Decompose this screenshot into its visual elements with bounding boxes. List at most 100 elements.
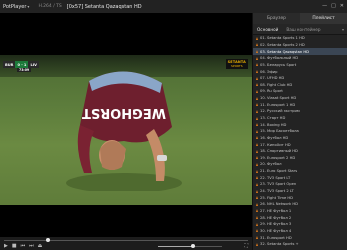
seek-handle[interactable] — [45, 238, 50, 242]
channel-label: 29. НЕ Футбол 3 — [260, 222, 292, 227]
home-team: BUR — [3, 61, 16, 68]
tab-browser[interactable]: Браузер — [253, 13, 300, 24]
chevron-down-icon[interactable]: ▾ — [27, 4, 29, 9]
channel-item[interactable]: 26. NHL Network HD — [253, 201, 347, 208]
stream-info: H.264 / TS — [38, 4, 62, 9]
channel-item[interactable]: 01. Setanta Sports 1 HD — [253, 35, 347, 42]
channel-item[interactable]: 17. КиноХит HD — [253, 141, 347, 148]
prev-icon[interactable]: ⏮ — [21, 243, 26, 249]
vlc-cone-icon — [256, 56, 258, 60]
svg-text:WEGHORST: WEGHORST — [82, 105, 166, 120]
channel-item[interactable]: 13. Старт HD — [253, 115, 347, 122]
stop-icon[interactable]: ■ — [12, 243, 17, 249]
vlc-cone-icon — [256, 136, 258, 140]
seek-bar[interactable] — [4, 240, 248, 241]
channel-label: 01. Setanta Sports 1 HD — [260, 36, 305, 41]
channel-item[interactable]: 05. Беларусь Sport — [253, 62, 347, 69]
channel-item[interactable]: 29. НЕ Футбол 3 — [253, 221, 347, 228]
vlc-cone-icon — [256, 196, 258, 200]
maximize-icon[interactable]: □ — [331, 2, 336, 10]
vlc-cone-icon — [256, 176, 258, 180]
subtab-main[interactable]: Основной — [253, 27, 282, 32]
channel-item[interactable]: 02. Setanta Sports 2 HD — [253, 42, 347, 49]
channel-logo: SETANTA SPORTS — [225, 59, 248, 69]
channel-item[interactable]: 03. Setanta Qazaqstan HD — [253, 48, 347, 55]
channel-item[interactable]: 25. Fight Time HD — [253, 194, 347, 201]
channel-label: 08. Fight Club HD — [260, 82, 293, 87]
video-area[interactable]: WEGHORST BUR 0 - 1 LIV 73:09 SETANTA SPO… — [0, 13, 252, 237]
channel-item[interactable]: 32. Setanta Sports + — [253, 241, 347, 248]
channel-item[interactable]: 15. Мир Баскетбола — [253, 128, 347, 135]
match-clock: 73:09 — [17, 68, 32, 72]
now-playing-title: [0x57] Setanta Qazaqstan HD — [66, 3, 142, 10]
channel-item[interactable]: 24. TV3 Sport 2 LT — [253, 188, 347, 195]
vlc-cone-icon — [256, 156, 258, 160]
chevron-down-icon[interactable]: ▾ — [342, 27, 347, 32]
channel-list: 01. Setanta Sports 1 HD 02. Setanta Sport… — [253, 35, 347, 250]
channel-item[interactable]: 21. Euro Sport Stars — [253, 168, 347, 175]
channel-item[interactable]: 20. Футбол — [253, 161, 347, 168]
channel-item[interactable]: 28. НЕ Футбол 2 — [253, 214, 347, 221]
vlc-cone-icon — [256, 129, 258, 133]
channel-item[interactable]: 04. Футбольный HD — [253, 55, 347, 62]
channel-item[interactable]: 16. Футбол HD — [253, 135, 347, 142]
window-controls: — □ ✕ — [322, 2, 344, 10]
eject-icon[interactable]: ⏏ — [38, 243, 43, 249]
close-icon[interactable]: ✕ — [340, 2, 344, 10]
channel-item[interactable]: 10. Viasat Sport HD — [253, 95, 347, 102]
volume-slider[interactable] — [158, 243, 222, 248]
channel-item[interactable]: 23. TV3 Sport Open — [253, 181, 347, 188]
channel-label: 03. Setanta Qazaqstan HD — [260, 49, 310, 54]
channel-item[interactable]: 18. Спортивный HD — [253, 148, 347, 155]
channel-item[interactable]: 12. Русский экстрим — [253, 108, 347, 115]
channel-item[interactable]: 06. Эфир — [253, 68, 347, 75]
video-frame[interactable]: WEGHORST BUR 0 - 1 LIV 73:09 SETANTA SPO… — [0, 55, 252, 205]
play-icon[interactable]: ▶ — [4, 243, 8, 249]
title-bar: PotPlayer ▾ H.264 / TS [0x57] Setanta Qa… — [0, 0, 347, 13]
vlc-cone-icon — [256, 76, 258, 80]
next-icon[interactable]: ⏭ — [29, 243, 34, 249]
channel-item[interactable]: 31. Eurosport HD — [253, 234, 347, 241]
vlc-cone-icon — [256, 242, 258, 246]
channel-item[interactable]: 22. TV3 Sport LT — [253, 174, 347, 181]
vlc-cone-icon — [256, 169, 258, 173]
channel-label: 22. TV3 Sport LT — [260, 175, 291, 180]
tab-playlist[interactable]: Плейлист — [300, 13, 347, 24]
vlc-cone-icon — [256, 222, 258, 226]
vlc-cone-icon — [256, 70, 258, 74]
vlc-cone-icon — [256, 63, 258, 67]
vlc-cone-icon — [256, 50, 258, 54]
app-name[interactable]: PotPlayer — [0, 4, 26, 10]
minimize-icon[interactable]: — — [322, 2, 327, 10]
channel-label: 11. Eurosport 1 HD — [260, 102, 296, 107]
vlc-cone-icon — [256, 89, 258, 93]
fullscreen-icon[interactable]: ⛶ — [244, 243, 248, 249]
vlc-cone-icon — [256, 36, 258, 40]
channel-label: 15. Мир Баскетбола — [260, 129, 299, 134]
channel-label: 24. TV3 Sport 2 LT — [260, 189, 294, 194]
channel-label: 05. Беларусь Sport — [260, 62, 297, 67]
vlc-cone-icon — [256, 123, 258, 127]
volume-handle[interactable] — [191, 243, 196, 248]
channel-item[interactable]: 30. НЕ Футбол 4 — [253, 228, 347, 235]
channel-label: 06. Эфир — [260, 69, 278, 74]
channel-item[interactable]: 09. Ru Sport — [253, 88, 347, 95]
scorebug: BUR 0 - 1 LIV 73:09 — [3, 61, 39, 72]
panel-tabs: Браузер Плейлист — [253, 13, 347, 24]
vlc-cone-icon — [256, 202, 258, 206]
channel-label: 32. Setanta Sports + — [260, 242, 299, 247]
playlist-panel: Браузер Плейлист Основной Ваш контейнер … — [252, 13, 347, 250]
subtab-container[interactable]: Ваш контейнер — [282, 27, 324, 32]
channel-item[interactable]: 08. Fight Club HD — [253, 81, 347, 88]
channel-item[interactable]: 27. НЕ Футбол 1 — [253, 208, 347, 215]
channel-item[interactable]: 19. Eurosport 2 HD — [253, 155, 347, 162]
channel-item[interactable]: 07. UFHD HD — [253, 75, 347, 82]
channel-label: 26. NHL Network HD — [260, 202, 298, 207]
channel-label: 21. Euro Sport Stars — [260, 169, 298, 174]
vlc-cone-icon — [256, 116, 258, 120]
vlc-cone-icon — [256, 109, 258, 113]
vlc-cone-icon — [256, 96, 258, 100]
channel-item[interactable]: 14. Boxing HD — [253, 121, 347, 128]
channel-label: 27. НЕ Футбол 1 — [260, 208, 292, 213]
channel-item[interactable]: 11. Eurosport 1 HD — [253, 101, 347, 108]
